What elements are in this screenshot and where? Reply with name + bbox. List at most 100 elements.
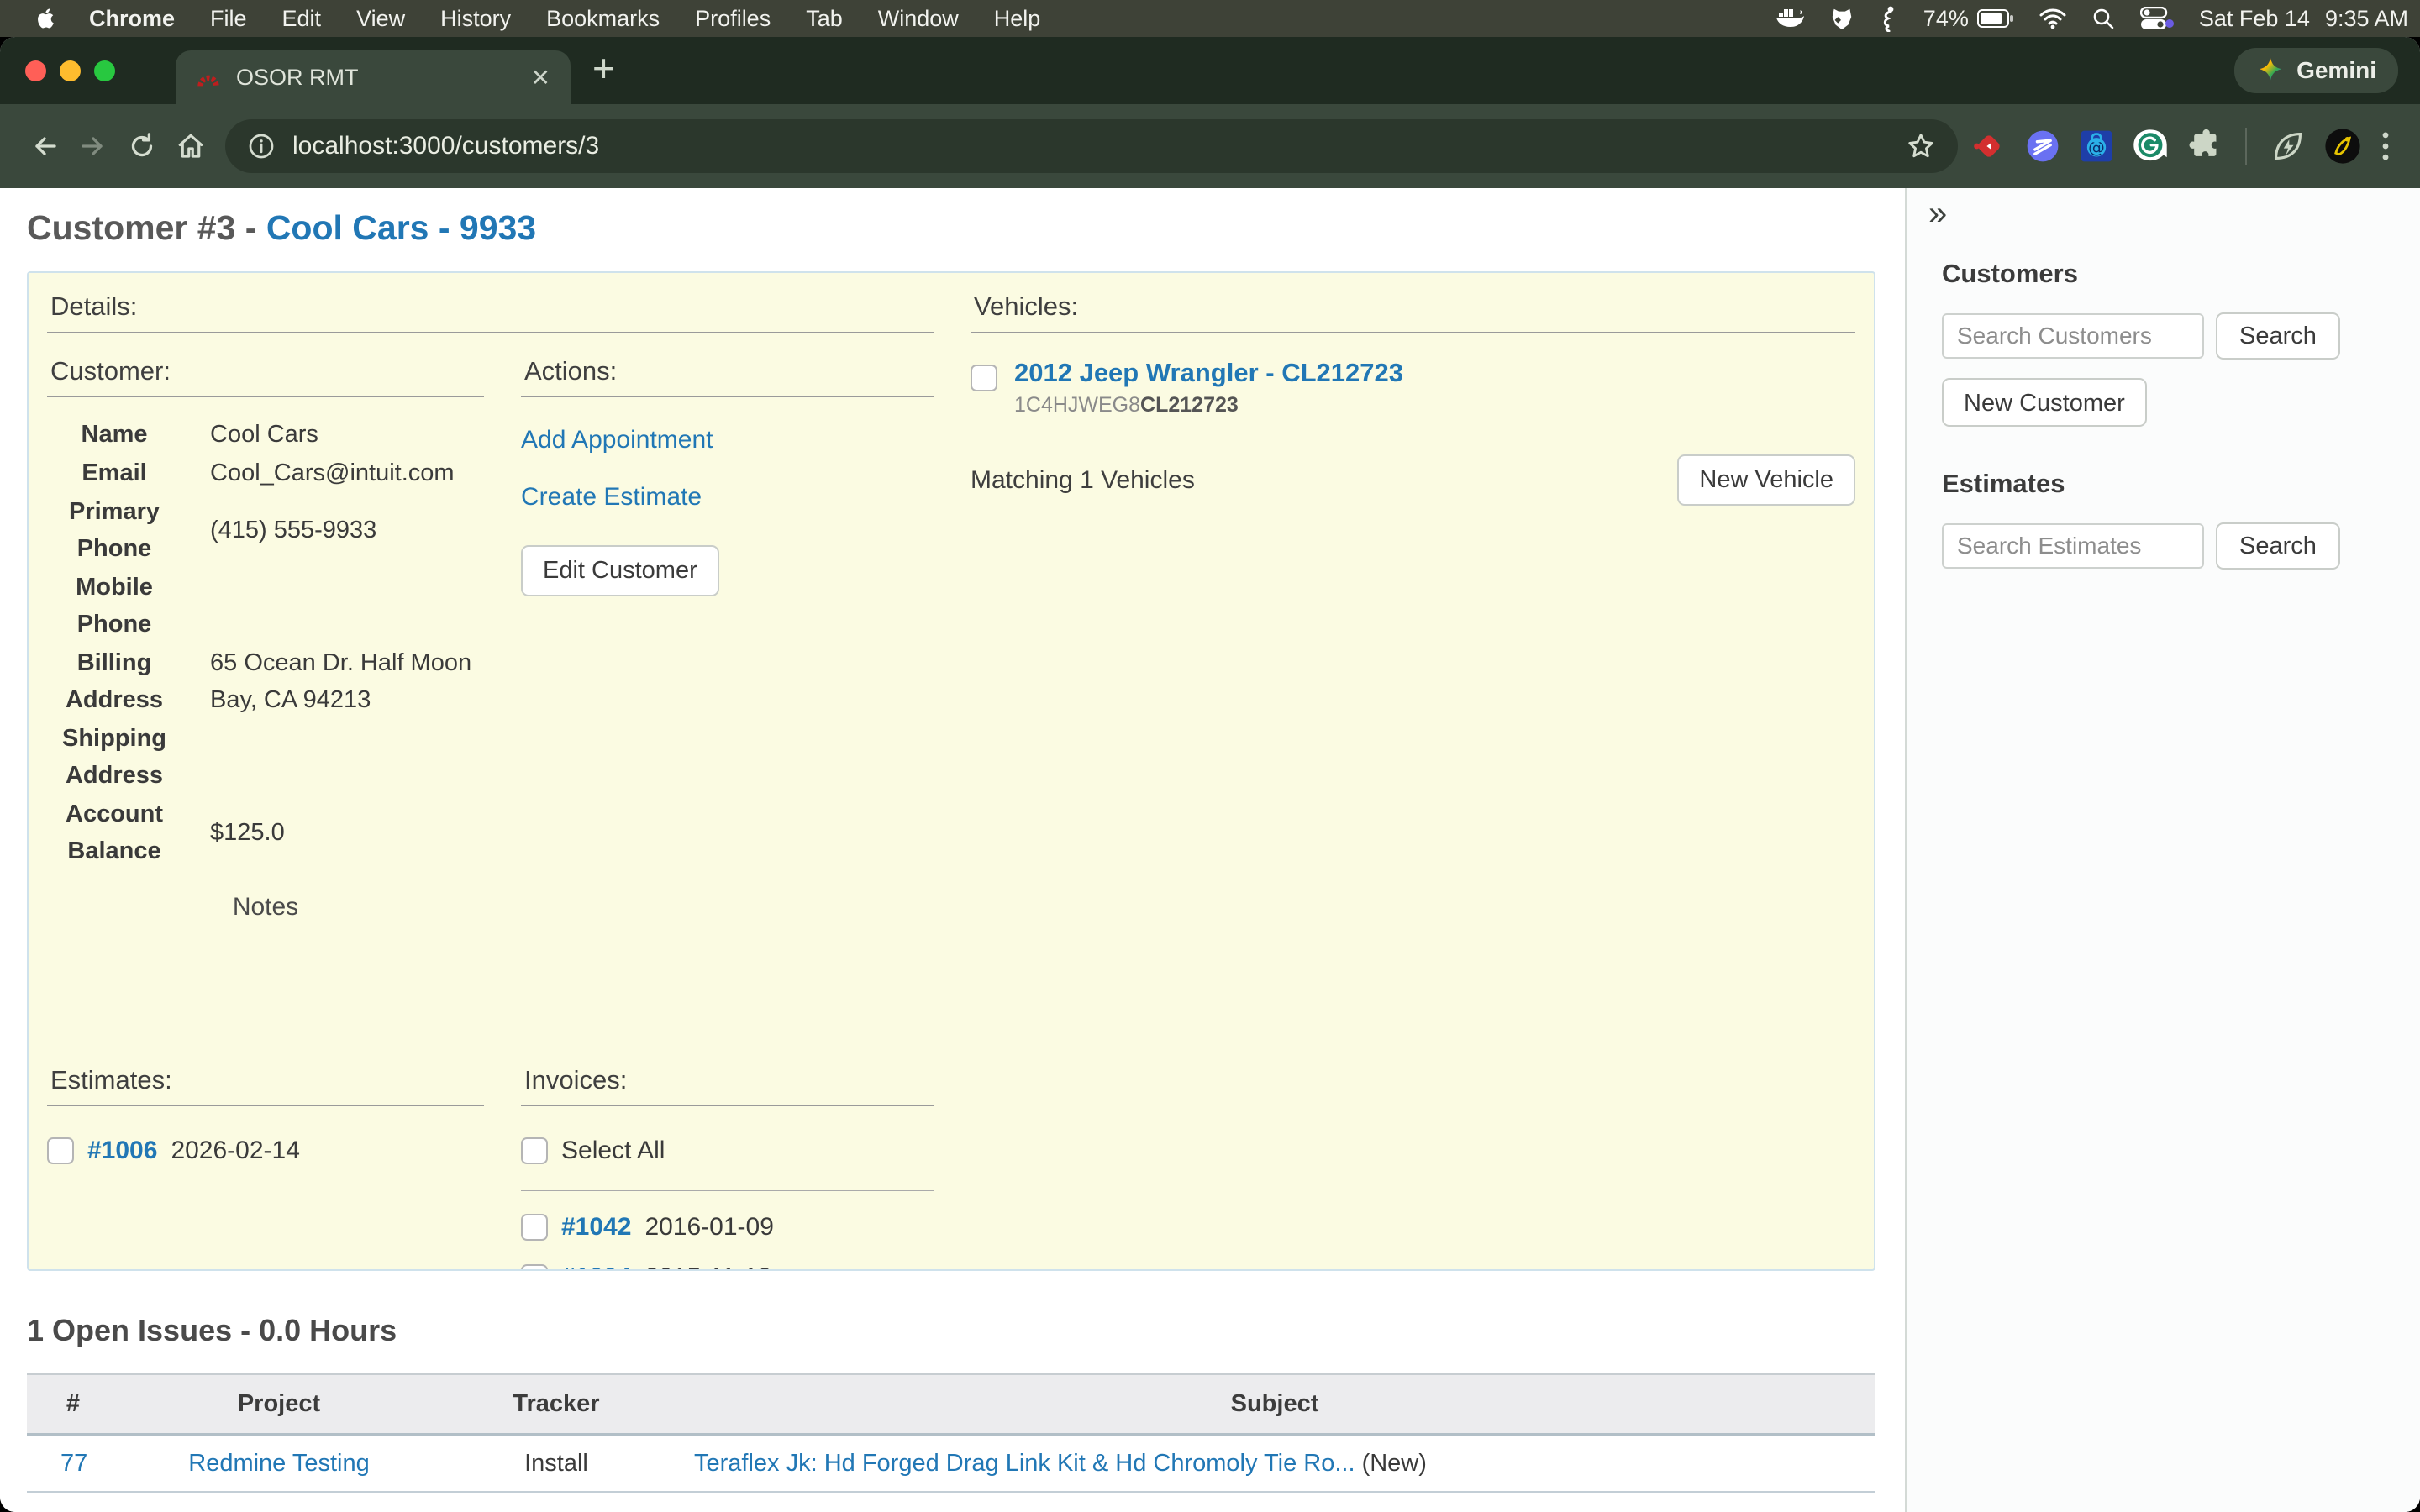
tab-close-icon[interactable]: ✕ — [531, 64, 550, 92]
search-estimates-input[interactable] — [1942, 523, 2204, 569]
home-button[interactable] — [166, 122, 215, 171]
forward-button[interactable] — [69, 122, 118, 171]
spotlight-search-icon[interactable] — [2091, 7, 2115, 30]
estimate-link[interactable]: #1006 — [87, 1137, 157, 1165]
create-estimate-link[interactable]: Create Estimate — [521, 483, 934, 512]
menu-bookmarks[interactable]: Bookmarks — [529, 6, 677, 32]
battery-percent: 74% — [1923, 6, 1969, 32]
menu-window[interactable]: Window — [860, 6, 976, 32]
issues-header-row: # Project Tracker Subject — [27, 1374, 1876, 1435]
control-center-icon[interactable] — [2140, 7, 2174, 30]
reload-button[interactable] — [118, 122, 166, 171]
wifi-icon[interactable] — [2039, 8, 2066, 29]
ext-purple-circle-icon[interactable] — [2025, 129, 2060, 164]
ext-grammarly-icon[interactable] — [2133, 129, 2168, 164]
invoice-checkbox[interactable] — [521, 1264, 548, 1271]
invoice-link[interactable]: #1004 — [561, 1263, 631, 1271]
ext-red-gem-icon[interactable] — [1971, 129, 2007, 164]
invoice-row: #1042 2016-01-09 — [521, 1213, 934, 1242]
menu-help[interactable]: Help — [976, 6, 1059, 32]
issue-project-link[interactable]: Redmine Testing — [188, 1450, 369, 1477]
invoices-header: Invoices: — [521, 1058, 934, 1106]
tab-favicon-arch-icon — [196, 65, 221, 90]
gemini-button[interactable]: Gemini — [2234, 48, 2398, 93]
sidebar-customers-section: Customers Search New Customer — [1942, 259, 2420, 427]
address-bar[interactable]: localhost:3000/customers/3 — [225, 119, 1958, 173]
invoice-date: 2015-11-19 — [644, 1263, 771, 1271]
url-text[interactable]: localhost:3000/customers/3 — [292, 132, 599, 160]
issue-subject-link[interactable]: Teraflex Jk: Hd Forged Drag Link Kit & H… — [694, 1450, 1355, 1477]
new-vehicle-button[interactable]: New Vehicle — [1677, 454, 1855, 506]
search-estimates-button[interactable]: Search — [2216, 522, 2340, 570]
field-row-name: Name Cool Cars — [47, 416, 484, 453]
new-tab-button[interactable]: + — [592, 45, 615, 91]
ext-blue-lock-icon[interactable]: @ — [2079, 129, 2114, 164]
notes-header: Notes — [47, 893, 484, 932]
field-row-account-balance: Account Balance $125.0 — [47, 795, 484, 869]
menu-view[interactable]: View — [339, 6, 423, 32]
vehicle-link[interactable]: 2012 Jeep Wrangler - CL212723 — [1014, 358, 1403, 387]
apple-menu-icon[interactable] — [20, 6, 71, 31]
close-window-button[interactable] — [25, 60, 46, 81]
select-all-label: Select All — [561, 1137, 665, 1165]
invoice-link[interactable]: #1042 — [561, 1213, 631, 1242]
page-title: Customer #3 - Cool Cars - 9933 — [27, 208, 1905, 248]
browser-window: OSOR RMT ✕ + Gemini localhost:3000/custo… — [0, 37, 2420, 1512]
gemini-label: Gemini — [2296, 57, 2376, 84]
chrome-menu-kebab-icon[interactable] — [2380, 129, 2391, 164]
minimize-window-button[interactable] — [60, 60, 81, 81]
menu-file[interactable]: File — [192, 6, 265, 32]
invoice-row: #1004 2015-11-19 — [521, 1263, 934, 1271]
sidebar-collapse-chevron[interactable]: » — [1928, 197, 2420, 230]
col-tracker-header: Tracker — [439, 1374, 674, 1435]
invoice-checkbox[interactable] — [521, 1214, 548, 1241]
vehicle-checkbox[interactable] — [971, 365, 997, 391]
estimate-checkbox[interactable] — [47, 1137, 74, 1164]
invoices-divider — [521, 1190, 934, 1191]
new-customer-button[interactable]: New Customer — [1942, 378, 2147, 427]
matching-vehicles-text: Matching 1 Vehicles — [971, 466, 1195, 495]
bookmark-star-icon[interactable] — [1906, 131, 1936, 161]
menu-tab[interactable]: Tab — [788, 6, 860, 32]
menu-chrome[interactable]: Chrome — [71, 6, 192, 32]
field-row-billing-address: Billing Address 65 Ocean Dr. Half Moon B… — [47, 644, 484, 718]
open-issues-table: # Project Tracker Subject 77 Redmine Tes… — [27, 1373, 1876, 1493]
field-row-primary-phone: Primary Phone (415) 555-9933 — [47, 493, 484, 567]
issue-row: 77 Redmine Testing Install Teraflex Jk: … — [27, 1435, 1876, 1492]
add-appointment-link[interactable]: Add Appointment — [521, 426, 934, 454]
page-content: Customer #3 - Cool Cars - 9933 Details: … — [0, 188, 2420, 1512]
select-all-checkbox[interactable] — [521, 1137, 548, 1164]
browser-toolbar: localhost:3000/customers/3 @ — [0, 104, 2420, 188]
field-row-email: Email Cool_Cars@intuit.com — [47, 454, 484, 491]
search-customers-input[interactable] — [1942, 313, 2204, 359]
zoom-window-button[interactable] — [94, 60, 115, 81]
gemini-star-icon — [2260, 58, 2281, 80]
time-text: 9:35 AM — [2325, 6, 2408, 32]
tab-osor-rmt[interactable]: OSOR RMT ✕ — [176, 50, 571, 104]
profile-avatar[interactable] — [2324, 128, 2361, 165]
tab-strip: OSOR RMT ✕ + Gemini — [0, 37, 2420, 104]
tab-title: OSOR RMT — [236, 65, 359, 91]
invoice-date: 2016-01-09 — [644, 1213, 773, 1242]
vehicle-row: 2012 Jeep Wrangler - CL212723 1C4HJWEG8C… — [971, 358, 1855, 417]
actions-header: Actions: — [521, 349, 934, 397]
docker-icon[interactable] — [1776, 6, 1804, 31]
field-row-shipping-address: Shipping Address — [47, 720, 484, 794]
menu-history[interactable]: History — [423, 6, 529, 32]
menu-profiles[interactable]: Profiles — [677, 6, 788, 32]
fox-badge-icon[interactable] — [1829, 6, 1854, 31]
col-subject-header: Subject — [674, 1374, 1876, 1435]
search-customers-button[interactable]: Search — [2216, 312, 2340, 360]
site-info-icon[interactable] — [247, 132, 276, 160]
menu-edit[interactable]: Edit — [265, 6, 339, 32]
edit-customer-button[interactable]: Edit Customer — [521, 545, 719, 596]
back-button[interactable] — [20, 122, 69, 171]
details-header: Details: — [47, 285, 934, 333]
right-sidebar: » Customers Search New Customer Estimate… — [1905, 188, 2420, 1512]
performance-leaf-icon[interactable] — [2270, 129, 2306, 164]
svg-text:@: @ — [2088, 138, 2105, 157]
seahorse-icon[interactable] — [1880, 5, 1898, 32]
issue-id-link[interactable]: 77 — [60, 1450, 87, 1477]
page-title-customer-link[interactable]: Cool Cars - 9933 — [266, 208, 536, 247]
extensions-puzzle-icon[interactable] — [2186, 129, 2222, 164]
